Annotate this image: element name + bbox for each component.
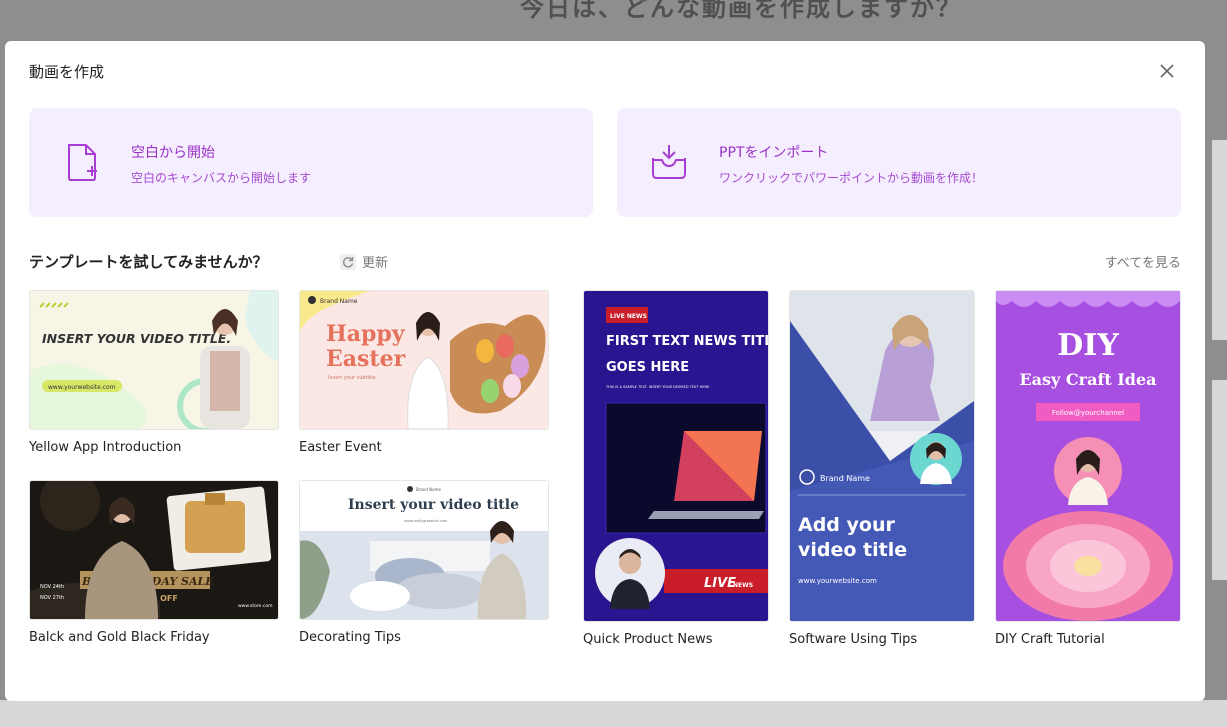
see-all-link[interactable]: すべてを見る — [1105, 252, 1181, 271]
new-file-icon — [68, 144, 97, 181]
import-ppt-subtitle: ワンクリックでパワーポイントから動画を作成！ — [719, 171, 984, 185]
thumb-sub: www.reallygreatsite.com — [404, 519, 448, 523]
thumb-title-2: GOES HERE — [606, 360, 689, 375]
start-blank-subtitle: 空白のキャンバスから開始します — [131, 171, 312, 185]
thumb-title-1: DIY — [1057, 328, 1119, 363]
create-video-modal: 動画を作成 空白から開始 空白のキャンバスから開始します PPTをインポート ワ… — [5, 41, 1205, 701]
thumb-title: Insert your video title — [348, 497, 519, 513]
start-blank-title: 空白から開始 — [131, 145, 215, 161]
thumb-title-1: Happy — [326, 321, 406, 347]
thumb-sub: THIS IS A SAMPLE TEXT. INSERT YOUR DESIR… — [605, 385, 710, 389]
import-ppt-title: PPTをインポート — [719, 145, 829, 161]
modal-title: 動画を作成 — [29, 63, 105, 81]
thumb-title-2: Easter — [326, 346, 406, 372]
import-ppt-button[interactable]: PPTをインポート ワンクリックでパワーポイントから動画を作成！ — [617, 108, 1181, 217]
thumb-brand: Brand Name — [320, 298, 358, 305]
thumb-sub: Insert your subtitle — [328, 375, 376, 381]
template-thumbnail: LIVE NEWS FIRST TEXT NEWS TITLE GOES HER… — [583, 290, 769, 622]
thumb-site: www.store.com — [238, 603, 272, 609]
thumb-sub: Follow@yourchannel — [1052, 409, 1124, 417]
thumb-brand: Brand Name — [416, 487, 442, 492]
background-card — [0, 700, 1227, 727]
thumb-title-1: Add your — [798, 514, 895, 536]
template-label: Software Using Tips — [789, 632, 918, 647]
thumb-title-2: Easy Craft Idea — [1019, 370, 1156, 389]
start-blank-button[interactable]: 空白から開始 空白のキャンバスから開始します — [29, 108, 593, 217]
templates-heading: テンプレートを試してみませんか？ — [29, 253, 268, 271]
thumb-sub: www.yourwebsite.com — [48, 384, 116, 391]
close-icon — [1160, 64, 1174, 78]
template-label: Balck and Gold Black Friday — [29, 630, 210, 645]
template-label: Quick Product News — [583, 632, 713, 647]
template-thumbnail: Brand Name Happy Easter Insert your subt… — [299, 290, 549, 430]
thumb-news: NEWS — [733, 582, 753, 589]
template-label: DIY Craft Tutorial — [995, 632, 1105, 647]
template-label: Decorating Tips — [299, 630, 401, 645]
thumb-live: LIVE — [704, 576, 736, 591]
thumb-title: INSERT YOUR VIDEO TITLE. — [42, 331, 231, 346]
template-thumbnail: BLACK FRIDAY SALE UP TO 50% OFF NOV 24th… — [29, 480, 279, 620]
thumb-badge: LIVE NEWS — [610, 313, 647, 320]
template-thumbnail: Brand Name Add your video title www.your… — [789, 290, 975, 622]
thumb-sub: www.yourwebsite.com — [798, 577, 877, 585]
background-card — [1212, 380, 1227, 580]
refresh-icon — [340, 254, 356, 270]
refresh-label: 更新 — [362, 256, 389, 271]
template-thumbnail: DIY Easy Craft Idea Follow@yourchannel — [995, 290, 1181, 622]
template-label: Yellow App Introduction — [29, 440, 182, 455]
thumb-date-1: NOV 24th — [40, 584, 64, 590]
thumb-date-2: NOV 27th — [40, 595, 64, 601]
close-button[interactable] — [1155, 59, 1179, 83]
background-heading: 今日は、どんな動画を作成しますか？ — [520, 0, 962, 22]
import-tray-icon — [652, 145, 686, 179]
template-thumbnail: Brand Name Insert your video title www.r… — [299, 480, 549, 620]
thumb-title-1: FIRST TEXT NEWS TITLE — [606, 334, 768, 349]
template-thumbnail: INSERT YOUR VIDEO TITLE. www.yourwebsite… — [29, 290, 279, 430]
template-label: Easter Event — [299, 440, 382, 455]
background-card — [1212, 140, 1227, 340]
thumb-brand: Brand Name — [820, 474, 870, 483]
thumb-title-2: video title — [798, 539, 907, 561]
refresh-button[interactable]: 更新 — [340, 252, 388, 271]
